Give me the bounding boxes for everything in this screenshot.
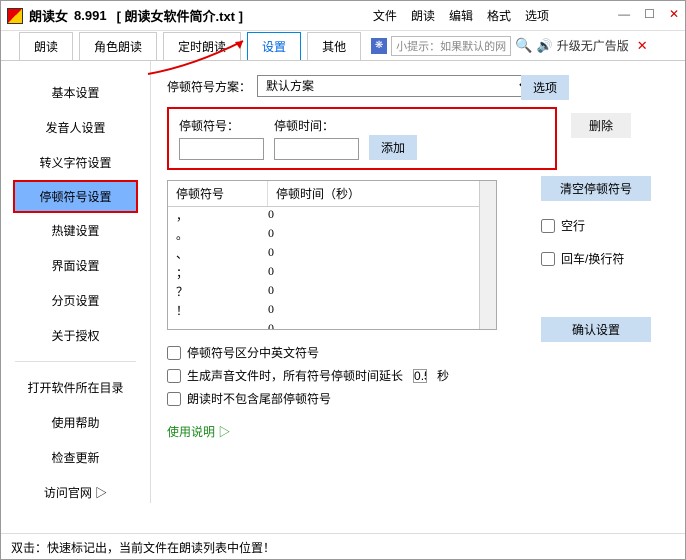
th-time: 停顿时间（秒）: [268, 181, 368, 206]
tab-role-read[interactable]: 角色朗读: [79, 32, 157, 60]
add-button[interactable]: 添加: [369, 135, 417, 160]
table-row[interactable]: ，0: [168, 207, 496, 226]
main-panel: 停顿符号方案： 默认方案 停顿符号： 停顿时间： 添加 停顿符号 停顿时间（秒）: [151, 61, 685, 503]
check-extend-label-b: 秒: [437, 367, 449, 384]
file-name: [ 朗读女软件简介.txt ]: [117, 6, 243, 25]
check-cn-en[interactable]: [167, 346, 181, 360]
sidebar-item-voice[interactable]: 发音人设置: [1, 110, 150, 145]
sidebar-item-page[interactable]: 分页设置: [1, 283, 150, 318]
table-row[interactable]: 。0: [168, 226, 496, 245]
close-icon[interactable]: ✕: [669, 7, 679, 21]
menu-read[interactable]: 朗读: [411, 7, 435, 24]
sidebar-item-escape[interactable]: 转义字符设置: [1, 145, 150, 180]
scheme-label: 停顿符号方案：: [167, 78, 251, 95]
extend-seconds-input[interactable]: [413, 369, 427, 383]
table-row[interactable]: ？0: [168, 283, 496, 302]
table-row[interactable]: ！0: [168, 302, 496, 321]
sidebar-item-hotkey[interactable]: 热键设置: [1, 213, 150, 248]
time-label: 停顿时间：: [274, 117, 359, 134]
sidebar-item-pause[interactable]: 停顿符号设置: [13, 180, 138, 213]
tip-input[interactable]: [391, 36, 511, 56]
tab-settings[interactable]: 设置: [247, 32, 301, 60]
check-tail-label: 朗读时不包含尾部停顿符号: [187, 390, 331, 407]
app-version: 8.991: [74, 8, 107, 23]
sidebar-item-basic[interactable]: 基本设置: [1, 75, 150, 110]
check-newline[interactable]: [541, 252, 555, 266]
check-cn-en-label: 停顿符号区分中英文符号: [187, 344, 319, 361]
menu-file[interactable]: 文件: [373, 7, 397, 24]
tab-timer-read[interactable]: 定时朗读: [163, 32, 241, 60]
table-row[interactable]: …0: [168, 321, 496, 330]
delete-button[interactable]: 删除: [571, 113, 631, 138]
sidebar: 基本设置 发音人设置 转义字符设置 停顿符号设置 热键设置 界面设置 分页设置 …: [1, 61, 151, 503]
window-controls: — ☐ ✕: [618, 7, 679, 21]
tab-read[interactable]: 朗读: [19, 32, 73, 60]
statusbar: 双击：快速标记出，当前文件在朗读列表中位置！: [1, 533, 685, 559]
sidebar-item-help[interactable]: 使用帮助: [1, 405, 150, 440]
app-name: 朗读女: [29, 6, 68, 25]
sidebar-item-license[interactable]: 关于授权: [1, 318, 150, 353]
input-group: 停顿符号： 停顿时间： 添加: [167, 107, 557, 170]
table-row[interactable]: ；0: [168, 264, 496, 283]
upgrade-link[interactable]: 升级无广告版: [557, 37, 629, 54]
th-symbol: 停顿符号: [168, 181, 268, 206]
titlebar: 朗读女 8.991 [ 朗读女软件简介.txt ] 文件 朗读 编辑 格式 选项…: [1, 1, 685, 31]
side-controls: 删除 清空停顿符号 空行 回车/换行符 确认设置: [541, 113, 651, 342]
scheme-select[interactable]: 默认方案: [257, 75, 533, 97]
symbol-label: 停顿符号：: [179, 117, 264, 134]
table-row[interactable]: 、0: [168, 245, 496, 264]
check-extend-label-a: 生成声音文件时，所有符号停顿时间延长: [187, 367, 403, 384]
options-button[interactable]: 选项: [521, 75, 569, 100]
speaker-icon[interactable]: 🔊: [537, 38, 553, 54]
clear-button[interactable]: 清空停顿符号: [541, 176, 651, 201]
maximize-icon[interactable]: ☐: [644, 7, 655, 21]
sidebar-item-ui[interactable]: 界面设置: [1, 248, 150, 283]
search-icon[interactable]: 🔍: [515, 37, 532, 54]
menu-format[interactable]: 格式: [487, 7, 511, 24]
sidebar-item-folder[interactable]: 打开软件所在目录: [1, 370, 150, 405]
symbol-input[interactable]: [179, 138, 264, 160]
tab-other[interactable]: 其他: [307, 32, 361, 60]
menu-options[interactable]: 选项: [525, 7, 549, 24]
sidebar-item-website[interactable]: 访问官网 ▷: [1, 475, 150, 510]
close-tip-icon[interactable]: ✕: [637, 38, 648, 54]
paw-icon[interactable]: ❋: [371, 38, 387, 54]
menu-edit[interactable]: 编辑: [449, 7, 473, 24]
pause-table[interactable]: 停顿符号 停顿时间（秒） ，0。0、0；0？0！0…0: [167, 180, 497, 330]
time-input[interactable]: [274, 138, 359, 160]
check-blank-line[interactable]: [541, 219, 555, 233]
confirm-button[interactable]: 确认设置: [541, 317, 651, 342]
help-link[interactable]: 使用说明 ▷: [167, 423, 230, 440]
minimize-icon[interactable]: —: [618, 7, 630, 21]
check-tail[interactable]: [167, 392, 181, 406]
sidebar-item-update[interactable]: 检查更新: [1, 440, 150, 475]
app-icon: [7, 8, 23, 24]
check-extend[interactable]: [167, 369, 181, 383]
tab-bar: 朗读 角色朗读 定时朗读 设置 其他 ❋ 🔍 🔊 升级无广告版 ✕: [1, 31, 685, 61]
